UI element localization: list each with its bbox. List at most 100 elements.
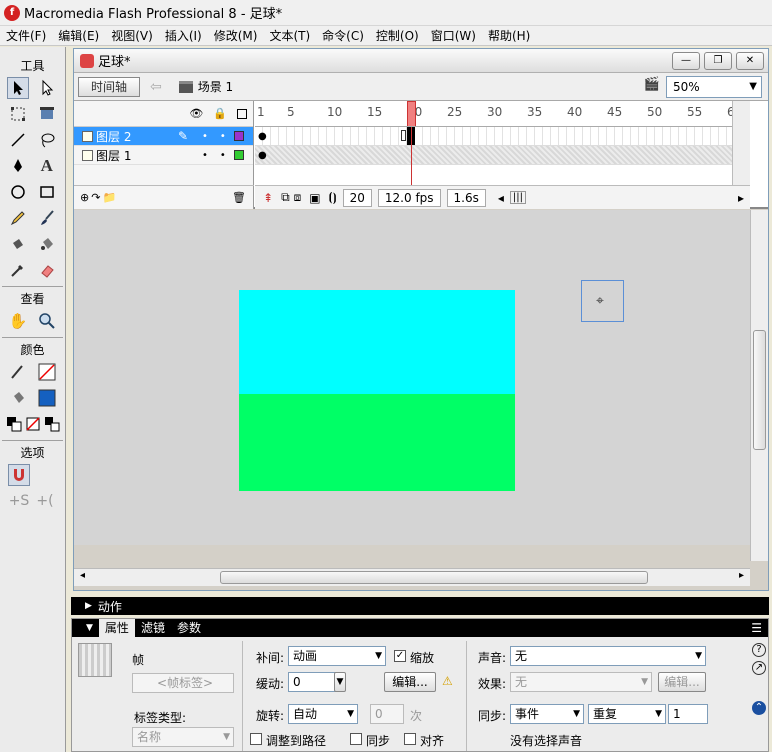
restore-button[interactable]: ❐: [704, 51, 732, 70]
hand-tool-icon[interactable]: ✋: [7, 310, 29, 332]
scroll-left-icon[interactable]: ◂: [498, 191, 504, 205]
rotate-select[interactable]: 自动 ▼: [288, 704, 358, 724]
menu-edit[interactable]: 编辑(E): [52, 26, 105, 46]
eraser-tool-icon[interactable]: [36, 259, 58, 281]
layer-outline-color[interactable]: [234, 150, 244, 160]
tab-properties[interactable]: 属性: [98, 619, 135, 637]
playhead[interactable]: [407, 101, 416, 126]
effect-select[interactable]: 无 ▼: [510, 672, 652, 692]
tween-select[interactable]: 动画 ▼: [288, 646, 386, 666]
fill-color-swatch[interactable]: [36, 387, 58, 409]
scroll-right-icon[interactable]: ▸: [738, 191, 744, 205]
sky-rectangle[interactable]: [239, 290, 515, 394]
snap-checkbox[interactable]: [404, 733, 416, 745]
timeline-hscroll-thumb[interactable]: |||: [509, 191, 527, 204]
fps-field[interactable]: 12.0 fps: [377, 188, 441, 207]
modify-markers-icon[interactable]: ⦗⦘: [329, 190, 337, 205]
close-button[interactable]: ✕: [736, 51, 764, 70]
sync-event-select[interactable]: 事件 ▼: [510, 704, 584, 724]
frame-label-input[interactable]: <帧标签>: [132, 673, 234, 693]
stage-vertical-scrollbar[interactable]: [750, 210, 768, 561]
snap-magnet-icon[interactable]: [8, 464, 30, 486]
zoom-tool-icon[interactable]: [36, 310, 58, 332]
layer-visibility-dots[interactable]: ••: [202, 131, 238, 142]
frame-row-layer-1[interactable]: ●: [255, 146, 750, 165]
sync-checkbox[interactable]: [350, 733, 362, 745]
edit-ease-button[interactable]: 编辑...: [384, 672, 436, 692]
frame-row-layer-2[interactable]: ●: [255, 127, 750, 146]
straighten-icon[interactable]: +(: [34, 490, 56, 512]
swap-colors-icon[interactable]: [42, 413, 61, 435]
brush-tool-icon[interactable]: [36, 207, 58, 229]
scene-label[interactable]: 场景 1: [198, 78, 233, 95]
back-arrow-icon[interactable]: ⇦: [150, 79, 162, 95]
center-frame-icon[interactable]: ⇞: [263, 191, 273, 205]
line-tool-icon[interactable]: [7, 129, 29, 151]
scroll-right-arrow-icon[interactable]: ▸: [739, 570, 744, 581]
ease-slider-button[interactable]: ▼: [334, 672, 346, 692]
outline-icon[interactable]: [237, 108, 247, 119]
eye-icon[interactable]: 👁: [189, 107, 203, 120]
tab-parameters[interactable]: 参数: [171, 619, 207, 637]
add-motion-guide-icon[interactable]: ↷: [91, 191, 100, 204]
onion-skin-icon[interactable]: ⧉: [281, 190, 290, 205]
rotate-count-input[interactable]: 0: [370, 704, 404, 724]
expand-collapse-icon[interactable]: ⌃: [752, 701, 766, 715]
edit-scene-icon[interactable]: 🎬: [644, 77, 660, 92]
text-tool-icon[interactable]: A: [36, 155, 58, 177]
free-transform-tool-icon[interactable]: [7, 103, 29, 125]
menu-window[interactable]: 窗口(W): [425, 26, 482, 46]
menu-insert[interactable]: 插入(I): [159, 26, 208, 46]
ink-bottle-tool-icon[interactable]: [7, 233, 29, 255]
stroke-color-swatch[interactable]: [36, 361, 58, 383]
vertical-scroll-thumb[interactable]: [753, 330, 766, 450]
menu-file[interactable]: 文件(F): [0, 26, 52, 46]
horizontal-scroll-thumb[interactable]: [220, 571, 648, 584]
add-layer-icon[interactable]: ⊕: [80, 191, 89, 204]
menu-text[interactable]: 文本(T): [263, 26, 316, 46]
panel-menu-icon[interactable]: ☰: [751, 621, 762, 635]
stage-area[interactable]: ⌖: [74, 210, 750, 545]
menu-commands[interactable]: 命令(C): [316, 26, 370, 46]
lasso-tool-icon[interactable]: [36, 129, 58, 151]
timeline-toggle-button[interactable]: 时间轴: [78, 76, 140, 97]
label-type-select[interactable]: 名称 ▼: [132, 727, 234, 747]
onion-outline-icon[interactable]: ⧈: [294, 190, 302, 205]
stage-horizontal-scrollbar[interactable]: ◂ ▸: [74, 568, 750, 586]
arrow-icon[interactable]: ↗: [752, 661, 766, 675]
effect-edit-button[interactable]: 编辑...: [658, 672, 706, 692]
subselection-tool-icon[interactable]: [36, 77, 58, 99]
repeat-count-input[interactable]: 1: [668, 704, 708, 724]
trash-icon[interactable]: 🗑: [232, 191, 246, 204]
ball-symbol-bounding-box[interactable]: ⌖: [581, 280, 624, 322]
layer-visibility-dots[interactable]: ••: [202, 150, 238, 161]
paint-bucket-tool-icon[interactable]: [36, 233, 58, 255]
add-folder-icon[interactable]: 📁: [102, 191, 116, 204]
smooth-icon[interactable]: +S: [8, 490, 30, 512]
lock-icon[interactable]: 🔒: [213, 107, 227, 120]
timeline-vertical-scrollbar[interactable]: [732, 101, 750, 185]
pen-tool-icon[interactable]: [7, 155, 29, 177]
oval-tool-icon[interactable]: [7, 181, 29, 203]
minimize-button[interactable]: —: [672, 51, 700, 70]
sound-select[interactable]: 无 ▼: [510, 646, 706, 666]
menu-help[interactable]: 帮助(H): [482, 26, 536, 46]
eyedropper-tool-icon[interactable]: [7, 259, 29, 281]
pencil-tool-icon[interactable]: [7, 207, 29, 229]
menu-modify[interactable]: 修改(M): [208, 26, 264, 46]
frame-ruler[interactable]: 1 5 10 15 20 25 30 35 40 45 50 55 60: [255, 101, 750, 127]
layer-row-2[interactable]: 图层 2 ✎ ••: [74, 127, 253, 146]
collapse-arrow-icon[interactable]: ▼: [86, 623, 93, 633]
menu-control[interactable]: 控制(O): [370, 26, 425, 46]
scroll-left-arrow-icon[interactable]: ◂: [80, 570, 85, 581]
orient-to-path-checkbox[interactable]: [250, 733, 262, 745]
repeat-select[interactable]: 重复 ▼: [588, 704, 666, 724]
layer-row-1[interactable]: 图层 1 ••: [74, 146, 253, 165]
fill-transform-tool-icon[interactable]: [36, 103, 58, 125]
menu-view[interactable]: 视图(V): [105, 26, 159, 46]
edit-multiple-icon[interactable]: ▣: [309, 191, 320, 205]
zoom-select[interactable]: 50% ▼: [666, 76, 762, 98]
help-icon[interactable]: ?: [752, 643, 766, 657]
selection-tool-icon[interactable]: [7, 77, 30, 99]
tab-filters[interactable]: 滤镜: [135, 619, 171, 637]
